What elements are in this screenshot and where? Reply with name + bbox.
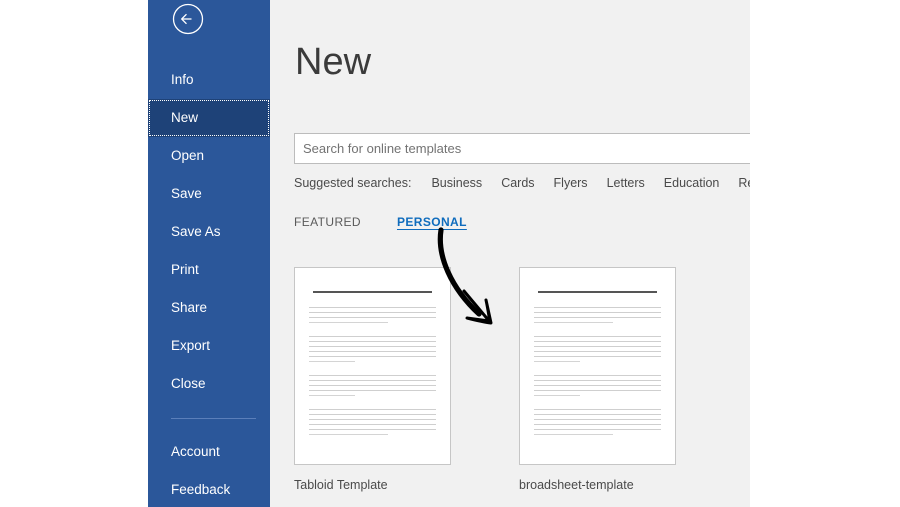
- document-text-line: [309, 385, 436, 386]
- document-text-line: [534, 356, 661, 357]
- document-text-line: [534, 409, 661, 410]
- backstage-sidebar: Info New Open Save Save As Print Share Export Cl…: [148, 0, 270, 507]
- document-paragraph: [309, 307, 436, 323]
- sidebar-item-close[interactable]: Close: [148, 365, 270, 403]
- search-input[interactable]: [294, 133, 750, 164]
- sidebar-item-account[interactable]: Account: [148, 433, 270, 471]
- suggested-link-cards[interactable]: Cards: [501, 176, 534, 190]
- document-text-line: [534, 346, 661, 347]
- document-heading-rule: [313, 291, 432, 293]
- sidebar-item-feedback[interactable]: Feedback: [148, 471, 270, 507]
- document-text-line: [309, 336, 436, 337]
- document-text-line: [309, 380, 436, 381]
- document-text-line: [309, 434, 388, 435]
- document-text-line: [534, 341, 661, 342]
- document-text-line: [309, 317, 436, 318]
- sidebar-item-save-as[interactable]: Save As: [148, 213, 270, 251]
- document-text-line: [309, 395, 355, 396]
- sidebar-item-share[interactable]: Share: [148, 289, 270, 327]
- document-text-line: [309, 390, 436, 391]
- document-text-line: [534, 434, 613, 435]
- document-text-line: [534, 375, 661, 376]
- document-text-line: [534, 429, 661, 430]
- template-card[interactable]: broadsheet-template: [519, 267, 676, 492]
- document-text-line: [534, 307, 661, 308]
- document-text-line: [534, 317, 661, 318]
- document-text-line: [534, 322, 613, 323]
- document-text-line: [309, 409, 436, 410]
- document-text-line: [534, 419, 661, 420]
- document-text-line: [309, 375, 436, 376]
- document-text-line: [534, 424, 661, 425]
- document-text-line: [534, 395, 580, 396]
- document-paragraph: [309, 375, 436, 396]
- document-text-line: [309, 307, 436, 308]
- document-text-line: [534, 390, 661, 391]
- sidebar-item-new[interactable]: New: [148, 99, 270, 137]
- template-card[interactable]: Tabloid Template: [294, 267, 451, 492]
- document-text-line: [309, 356, 436, 357]
- template-thumbnail[interactable]: [294, 267, 451, 465]
- suggested-link-flyers[interactable]: Flyers: [554, 176, 588, 190]
- document-text-line: [309, 414, 436, 415]
- document-text-line: [309, 419, 436, 420]
- sidebar-item-print[interactable]: Print: [148, 251, 270, 289]
- document-text-line: [309, 429, 436, 430]
- page-title: New: [295, 41, 372, 83]
- document-text-line: [534, 361, 580, 362]
- template-thumbnail[interactable]: [519, 267, 676, 465]
- suggested-link-resum[interactable]: Resum: [738, 176, 750, 190]
- sidebar-item-info[interactable]: Info: [148, 61, 270, 99]
- document-text-line: [309, 424, 436, 425]
- search-row: [294, 133, 750, 164]
- document-text-line: [309, 346, 436, 347]
- template-grid: Tabloid Template broadsheet-template: [294, 267, 676, 492]
- template-label: Tabloid Template: [294, 478, 388, 492]
- template-category-tabs: FEATURED PERSONAL: [294, 215, 503, 229]
- document-text-line: [309, 361, 355, 362]
- document-text-line: [534, 380, 661, 381]
- suggested-link-business[interactable]: Business: [431, 176, 482, 190]
- sidebar-separator: [171, 418, 256, 419]
- document-paragraph: [534, 375, 661, 396]
- tab-featured[interactable]: FEATURED: [294, 215, 361, 229]
- document-text-line: [309, 312, 436, 313]
- new-document-pane: New Suggested searches: Business Cards Fly…: [270, 0, 750, 507]
- suggested-searches-row: Suggested searches: Business Cards Flyers L…: [294, 176, 750, 190]
- back-arrow-circle-icon[interactable]: [170, 1, 206, 37]
- document-paragraph: [309, 336, 436, 362]
- document-text-line: [534, 336, 661, 337]
- document-heading-rule: [538, 291, 657, 293]
- sidebar-item-open[interactable]: Open: [148, 137, 270, 175]
- backstage-view: Info New Open Save Save As Print Share Export Cl…: [148, 0, 750, 507]
- suggested-link-education[interactable]: Education: [664, 176, 720, 190]
- sidebar-item-export[interactable]: Export: [148, 327, 270, 365]
- tab-personal[interactable]: PERSONAL: [397, 215, 467, 229]
- sidebar-nav-list: Info New Open Save Save As Print Share Export Cl…: [148, 61, 270, 507]
- document-text-line: [534, 414, 661, 415]
- suggested-link-letters[interactable]: Letters: [607, 176, 645, 190]
- suggested-searches-label: Suggested searches:: [294, 176, 412, 190]
- document-text-line: [309, 322, 388, 323]
- document-text-line: [534, 385, 661, 386]
- document-paragraph: [534, 336, 661, 362]
- document-text-line: [309, 351, 436, 352]
- document-text-line: [534, 312, 661, 313]
- document-paragraph: [534, 409, 661, 435]
- document-text-line: [309, 341, 436, 342]
- template-label: broadsheet-template: [519, 478, 634, 492]
- document-text-line: [534, 351, 661, 352]
- document-paragraph: [534, 307, 661, 323]
- document-paragraph: [309, 409, 436, 435]
- sidebar-item-save[interactable]: Save: [148, 175, 270, 213]
